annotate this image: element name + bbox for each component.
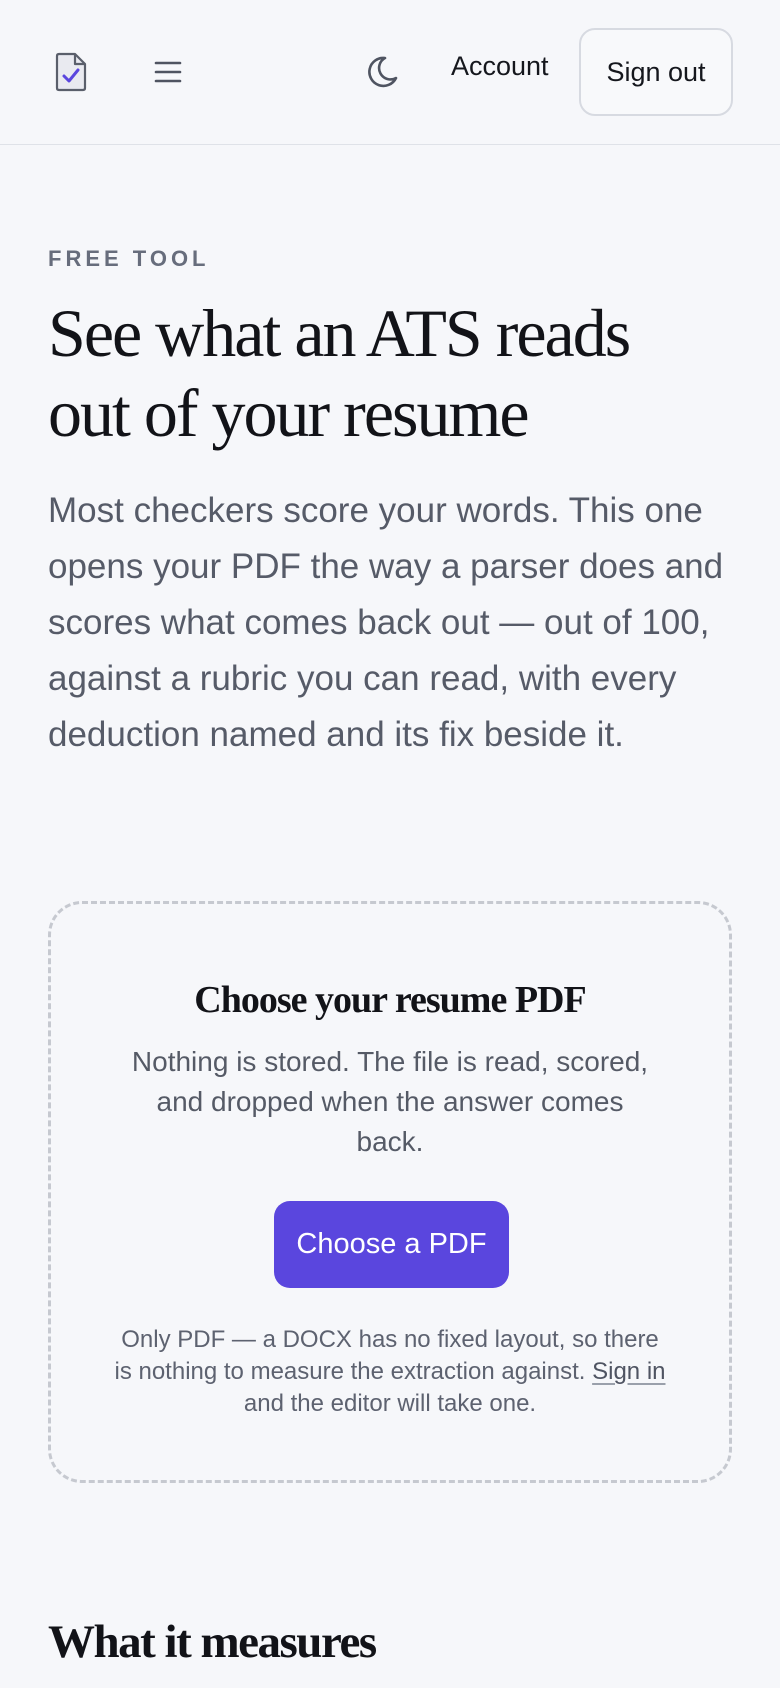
eyebrow-label: FREE TOOL: [48, 246, 210, 271]
section-heading: What it measures: [48, 1616, 377, 1668]
resume-check-icon[interactable]: [54, 52, 88, 92]
privacy-note: Nothing is stored. The file is read, sco…: [131, 1046, 649, 1157]
page-title-line-1: See what an ATS reads: [48, 295, 631, 371]
top-navigation-bar: Account Sign out: [0, 0, 780, 145]
hero-description: Most checkers score your words. This one…: [48, 491, 724, 754]
page-title: See what an ATS reads out of your resume: [48, 293, 688, 453]
footnote-text: Only PDF — a DOCX has no fixed layout, s…: [114, 1326, 659, 1385]
sign-in-link[interactable]: Sign in: [592, 1358, 665, 1385]
account-link[interactable]: Account: [451, 51, 549, 82]
upload-title: Choose your resume PDF: [194, 979, 586, 1021]
footnote-text-end: and the editor will take one.: [243, 1390, 537, 1417]
upload-footnote: Only PDF — a DOCX has no fixed layout, s…: [111, 1324, 669, 1420]
choose-pdf-button[interactable]: Choose a PDF: [274, 1201, 509, 1288]
moon-icon[interactable]: [364, 54, 400, 90]
page-title-line-2: out of your resume: [48, 375, 530, 451]
hamburger-menu-icon[interactable]: [150, 56, 186, 88]
upload-dropzone[interactable]: Choose your resume PDF Nothing is stored…: [48, 901, 732, 1483]
sign-out-button[interactable]: Sign out: [579, 28, 733, 116]
